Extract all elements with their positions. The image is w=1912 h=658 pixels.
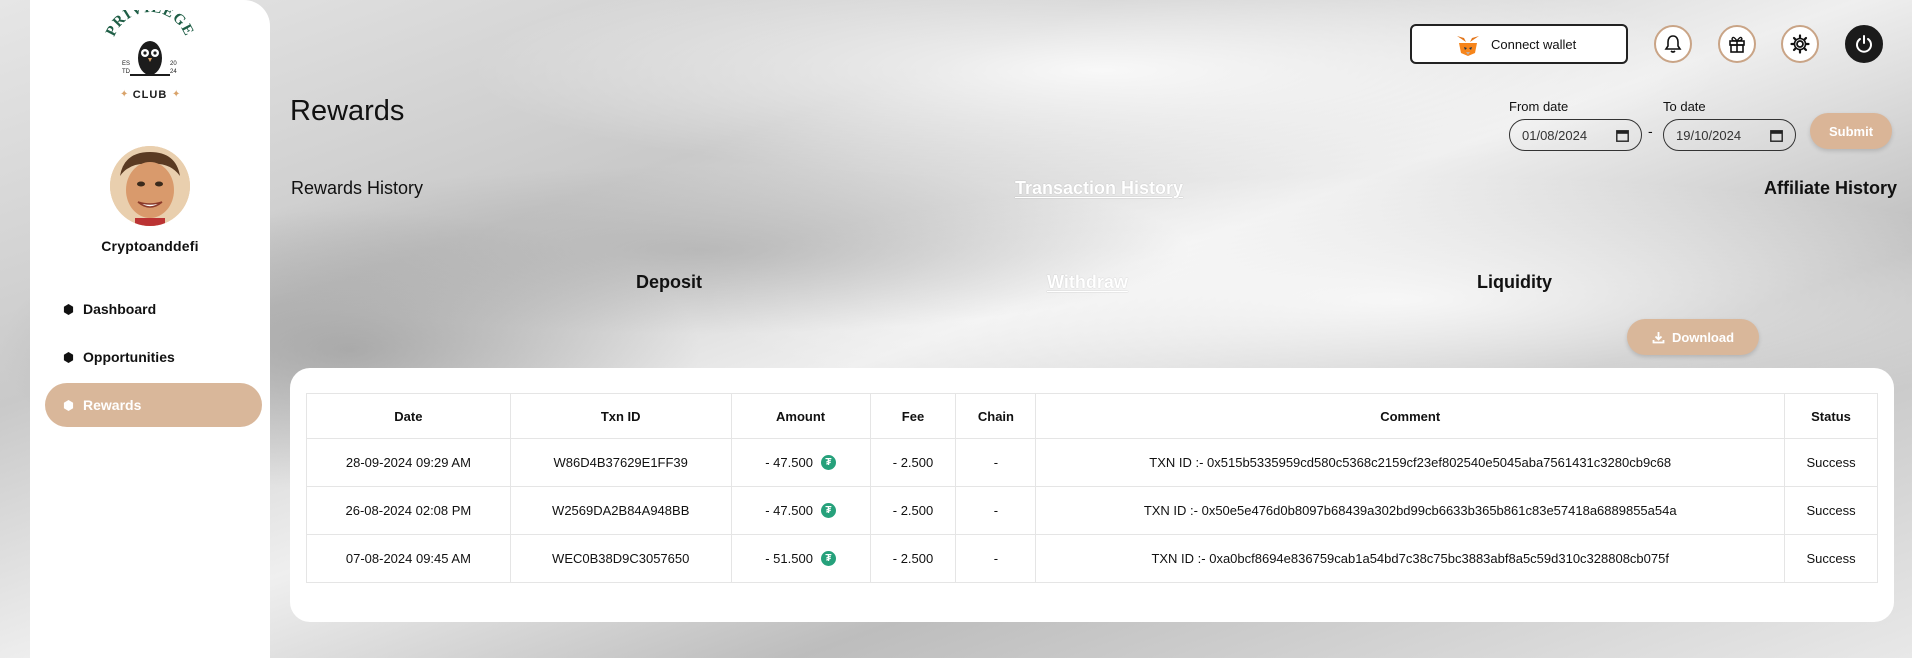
cell-fee: - 2.500 (869, 438, 957, 487)
transactions-table: Date Txn ID Amount Fee Chain Comment Sta… (306, 393, 1878, 583)
svg-text:24: 24 (170, 69, 177, 75)
cell-date: 26-08-2024 02:08 PM (306, 486, 511, 535)
sidebar-item-opportunities[interactable]: Opportunities (45, 335, 262, 379)
table-row: 07-08-2024 09:45 AM WEC0B38D9C3057650 - … (306, 534, 1878, 583)
sidebar-item-label: Rewards (83, 397, 142, 413)
usdt-icon: ₮ (820, 455, 836, 470)
metamask-fox-icon (1457, 36, 1479, 56)
tab-transaction-history[interactable]: Transaction History (1015, 178, 1183, 199)
cell-fee: - 2.500 (869, 534, 957, 583)
col-status: Status (1784, 393, 1878, 439)
sidebar-item-label: Dashboard (83, 301, 157, 317)
cell-txn-id: W2569DA2B84A948BB (509, 486, 732, 535)
svg-text:✦: ✦ (120, 89, 128, 100)
calendar-icon[interactable] (1770, 129, 1783, 142)
owl-logo-icon: PRIVILEGE ES TD 20 24 ✦ ✦ CLUB (103, 0, 197, 101)
col-date: Date (306, 393, 511, 439)
cell-amount: - 47.500 ₮ (730, 486, 871, 535)
amount-value: - 47.500 (765, 503, 813, 518)
hexagon-icon (63, 303, 74, 315)
tab-affiliate-history[interactable]: Affiliate History (1764, 178, 1897, 199)
avatar-image-icon (110, 146, 190, 226)
sidebar-item-dashboard[interactable]: Dashboard (45, 287, 262, 331)
to-date-value: 19/10/2024 (1676, 127, 1742, 143)
sidebar-item-label: Opportunities (83, 349, 175, 365)
cell-fee: - 2.500 (869, 486, 957, 535)
download-button[interactable]: Download (1627, 319, 1759, 355)
from-date-input[interactable]: 01/08/2024 (1509, 119, 1642, 151)
subtab-withdraw[interactable]: Withdraw (1047, 272, 1128, 293)
cell-date: 07-08-2024 09:45 AM (306, 534, 511, 583)
settings-button[interactable] (1781, 25, 1819, 63)
gift-icon (1729, 36, 1745, 53)
privilege-club-logo[interactable]: PRIVILEGE ES TD 20 24 ✦ ✦ CLUB (100, 0, 200, 105)
to-date-input[interactable]: 19/10/2024 (1663, 119, 1796, 151)
cell-amount: - 51.500 ₮ (730, 534, 871, 583)
calendar-icon[interactable] (1616, 129, 1629, 142)
page-title: Rewards (290, 95, 405, 127)
subtab-deposit[interactable]: Deposit (636, 272, 702, 293)
download-icon (1652, 331, 1665, 343)
submit-button[interactable]: Submit (1810, 113, 1892, 149)
logout-button[interactable] (1845, 25, 1883, 63)
tab-rewards-history[interactable]: Rewards History (291, 178, 423, 199)
from-date-label: From date (1509, 99, 1569, 114)
col-fee: Fee (869, 393, 957, 439)
power-icon (1856, 35, 1872, 53)
col-comment: Comment (1035, 393, 1786, 439)
cell-date: 28-09-2024 09:29 AM (306, 438, 511, 487)
cell-status: Success (1784, 438, 1878, 487)
download-label: Download (1671, 329, 1735, 345)
col-txn-id: Txn ID (509, 393, 732, 439)
cell-txn-id: W86D4B37629E1FF39 (509, 438, 732, 487)
hexagon-icon (63, 399, 74, 411)
transactions-card: Date Txn ID Amount Fee Chain Comment Sta… (290, 368, 1894, 622)
amount-value: - 51.500 (765, 551, 813, 566)
table-row: 26-08-2024 02:08 PM W2569DA2B84A948BB - … (306, 486, 1878, 535)
username: Cryptoanddefi (101, 238, 199, 254)
amount-value: - 47.500 (765, 455, 813, 470)
gear-icon (1790, 34, 1810, 54)
cell-comment: TXN ID :- 0xa0bcf8694e836759cab1a54bd7c3… (1035, 534, 1786, 583)
cell-status: Success (1784, 486, 1878, 535)
cell-chain: - (955, 534, 1037, 583)
bell-icon (1664, 35, 1682, 53)
sidebar: PRIVILEGE ES TD 20 24 ✦ ✦ CLUB Cryptoand (30, 0, 270, 658)
sidebar-item-rewards[interactable]: Rewards (45, 383, 262, 427)
svg-text:TD: TD (122, 69, 131, 75)
cell-chain: - (955, 486, 1037, 535)
cell-chain: - (955, 438, 1037, 487)
cell-comment: TXN ID :- 0x515b5335959cd580c5368c2159cf… (1035, 438, 1786, 487)
subtab-liquidity[interactable]: Liquidity (1477, 272, 1552, 293)
date-range-separator: - (1648, 123, 1653, 139)
table-header-row: Date Txn ID Amount Fee Chain Comment Sta… (306, 393, 1878, 439)
connect-wallet-button[interactable]: Connect wallet (1410, 24, 1628, 64)
svg-text:20: 20 (170, 61, 177, 67)
connect-wallet-label: Connect wallet (1491, 36, 1577, 52)
hexagon-icon (63, 351, 74, 363)
cell-comment: TXN ID :- 0x50e5e476d0b8097b68439a302bd9… (1035, 486, 1786, 535)
svg-text:PRIVILEGE: PRIVILEGE (103, 10, 197, 39)
svg-text:✦: ✦ (172, 89, 180, 100)
svg-text:ES: ES (122, 61, 130, 67)
cell-status: Success (1784, 534, 1878, 583)
notifications-button[interactable] (1654, 25, 1692, 63)
from-date-value: 01/08/2024 (1522, 127, 1588, 143)
user-avatar[interactable] (110, 146, 190, 226)
usdt-icon: ₮ (820, 503, 836, 518)
table-row: 28-09-2024 09:29 AM W86D4B37629E1FF39 - … (306, 438, 1878, 487)
cell-txn-id: WEC0B38D9C3057650 (509, 534, 732, 583)
to-date-label: To date (1663, 99, 1706, 114)
cell-amount: - 47.500 ₮ (730, 438, 871, 487)
rewards-gift-button[interactable] (1718, 25, 1756, 63)
svg-text:CLUB: CLUB (133, 89, 168, 101)
col-amount: Amount (730, 393, 871, 439)
col-chain: Chain (955, 393, 1037, 439)
usdt-icon: ₮ (820, 551, 836, 566)
